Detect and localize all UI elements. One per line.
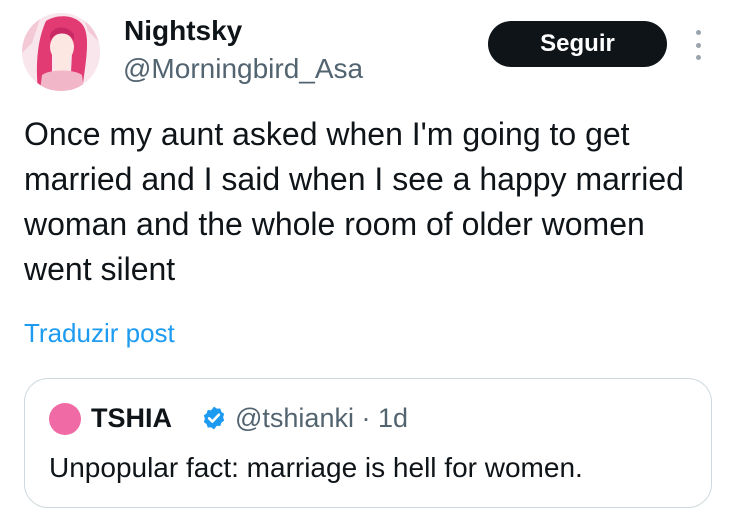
post-text: Once my aunt asked when I'm going to get…	[24, 116, 684, 287]
avatar-illustration	[22, 13, 100, 91]
quoted-author-avatar[interactable]	[49, 403, 81, 435]
more-dot	[695, 42, 701, 48]
meta-separator: ·	[361, 403, 371, 433]
follow-button[interactable]: Seguir	[488, 21, 667, 67]
quoted-author-handle: @tshianki	[235, 403, 354, 433]
more-vertical-icon[interactable]	[690, 30, 706, 60]
author-display-name[interactable]: Nightsky	[124, 14, 242, 48]
quoted-post-card[interactable]: TSHIA @tshianki · 1d Unpopular fact: mar…	[24, 378, 712, 508]
quoted-post-time: 1d	[378, 403, 409, 433]
translate-post-link[interactable]: Traduzir post	[24, 316, 175, 350]
quoted-author-display-name: TSHIA	[91, 403, 172, 433]
author-handle[interactable]: @Morningbird_Asa	[123, 52, 363, 86]
quoted-post-meta: @tshianki · 1d	[235, 401, 408, 435]
more-dot	[695, 55, 701, 60]
more-dot	[695, 30, 701, 35]
quoted-post-text: Unpopular fact: marriage is hell for wom…	[49, 452, 583, 483]
verified-badge-icon	[203, 406, 225, 430]
author-avatar[interactable]	[22, 13, 100, 91]
